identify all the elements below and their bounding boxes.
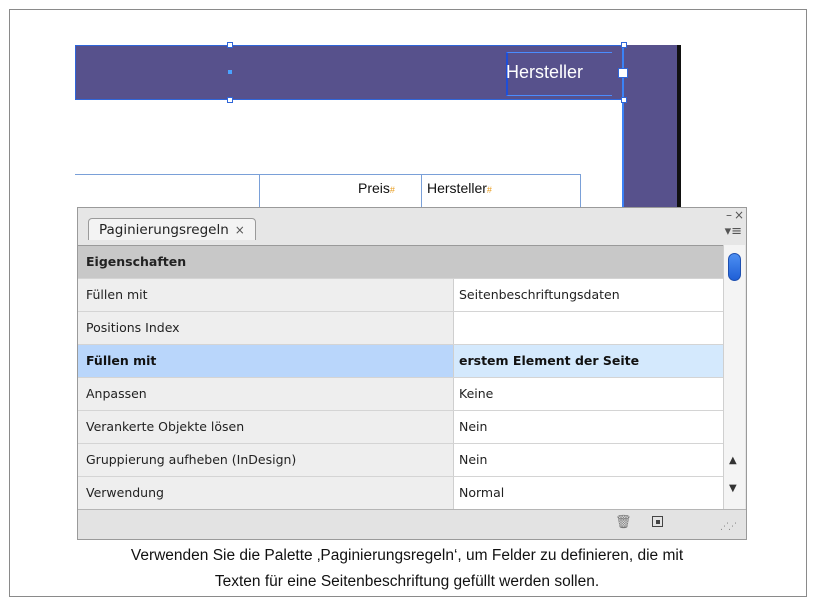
palette-footer: 🗑 ⋰⋰ bbox=[78, 509, 746, 539]
minimize-icon[interactable]: – bbox=[726, 208, 732, 222]
text-frame-outport[interactable] bbox=[618, 68, 628, 78]
property-row[interactable]: Positions Index bbox=[78, 312, 723, 345]
property-label: Anpassen bbox=[78, 378, 454, 410]
property-row[interactable]: Anpassen Keine bbox=[78, 378, 723, 411]
table-header-row bbox=[75, 174, 581, 209]
selection-handle-top[interactable] bbox=[227, 42, 233, 48]
new-item-icon[interactable] bbox=[652, 516, 663, 527]
selection-handle-bottom-right[interactable] bbox=[621, 97, 627, 103]
scrollbar-thumb[interactable] bbox=[728, 253, 741, 281]
property-value[interactable]: Keine bbox=[454, 378, 723, 410]
property-label: Positions Index bbox=[78, 312, 454, 344]
property-value[interactable]: Normal bbox=[454, 477, 723, 509]
property-label: Gruppierung aufheben (InDesign) bbox=[78, 444, 454, 476]
scroll-up-arrow-icon[interactable]: ▲ bbox=[729, 455, 737, 466]
table-header-preis: Preis# bbox=[358, 180, 395, 196]
close-panel-icon[interactable]: × bbox=[734, 208, 744, 222]
property-label: Verwendung bbox=[78, 477, 454, 509]
property-row[interactable]: Gruppierung aufheben (InDesign) Nein bbox=[78, 444, 723, 477]
paginierungsregeln-palette: – × ▾≡ Paginierungsregeln × Eigenschafte… bbox=[77, 207, 747, 540]
property-row[interactable]: Verwendung Normal bbox=[78, 477, 723, 510]
header-field-text: Hersteller bbox=[506, 62, 584, 82]
resize-grip-icon[interactable]: ⋰⋰ bbox=[720, 522, 737, 532]
vertical-scrollbar[interactable]: ▲ ▼ bbox=[723, 245, 745, 509]
property-value[interactable]: Nein bbox=[454, 444, 723, 476]
property-label: Verankerte Objekte lösen bbox=[78, 411, 454, 443]
caption-line-2: Texten für eine Seitenbeschriftung gefül… bbox=[214, 573, 600, 590]
property-row-selected[interactable]: Füllen mit erstem Element der Seite bbox=[78, 345, 723, 378]
selection-handle-top-right[interactable] bbox=[621, 42, 627, 48]
property-row[interactable]: Füllen mit Seitenbeschriftungsdaten bbox=[78, 279, 723, 312]
frame-center-point bbox=[228, 70, 232, 74]
property-value[interactable] bbox=[454, 312, 723, 344]
tab-label: Paginierungsregeln bbox=[99, 221, 229, 238]
table-header-hersteller: Hersteller# bbox=[427, 180, 492, 196]
property-label: Füllen mit bbox=[78, 279, 454, 311]
figure-caption: Verwenden Sie die Palette ‚Paginierungsr… bbox=[0, 543, 814, 595]
tab-close-icon[interactable]: × bbox=[235, 219, 245, 241]
property-label: Füllen mit bbox=[78, 345, 454, 377]
tab-paginierungsregeln[interactable]: Paginierungsregeln × bbox=[88, 218, 256, 240]
property-value[interactable]: Nein bbox=[454, 411, 723, 443]
panel-menu-icon[interactable]: ▾≡ bbox=[725, 224, 742, 239]
property-row[interactable]: Verankerte Objekte lösen Nein bbox=[78, 411, 723, 444]
scroll-down-arrow-icon[interactable]: ▼ bbox=[729, 483, 737, 494]
property-value[interactable]: erstem Element der Seite bbox=[454, 345, 723, 377]
caption-line-1: Verwenden Sie die Palette ‚Paginierungsr… bbox=[130, 547, 684, 564]
trash-icon[interactable]: 🗑 bbox=[615, 515, 632, 530]
group-header-eigenschaften[interactable]: Eigenschaften bbox=[78, 246, 723, 279]
property-value[interactable]: Seitenbeschriftungsdaten bbox=[454, 279, 723, 311]
properties-grid: Eigenschaften Füllen mit Seitenbeschrift… bbox=[78, 245, 723, 510]
selection-handle-bottom[interactable] bbox=[227, 97, 233, 103]
